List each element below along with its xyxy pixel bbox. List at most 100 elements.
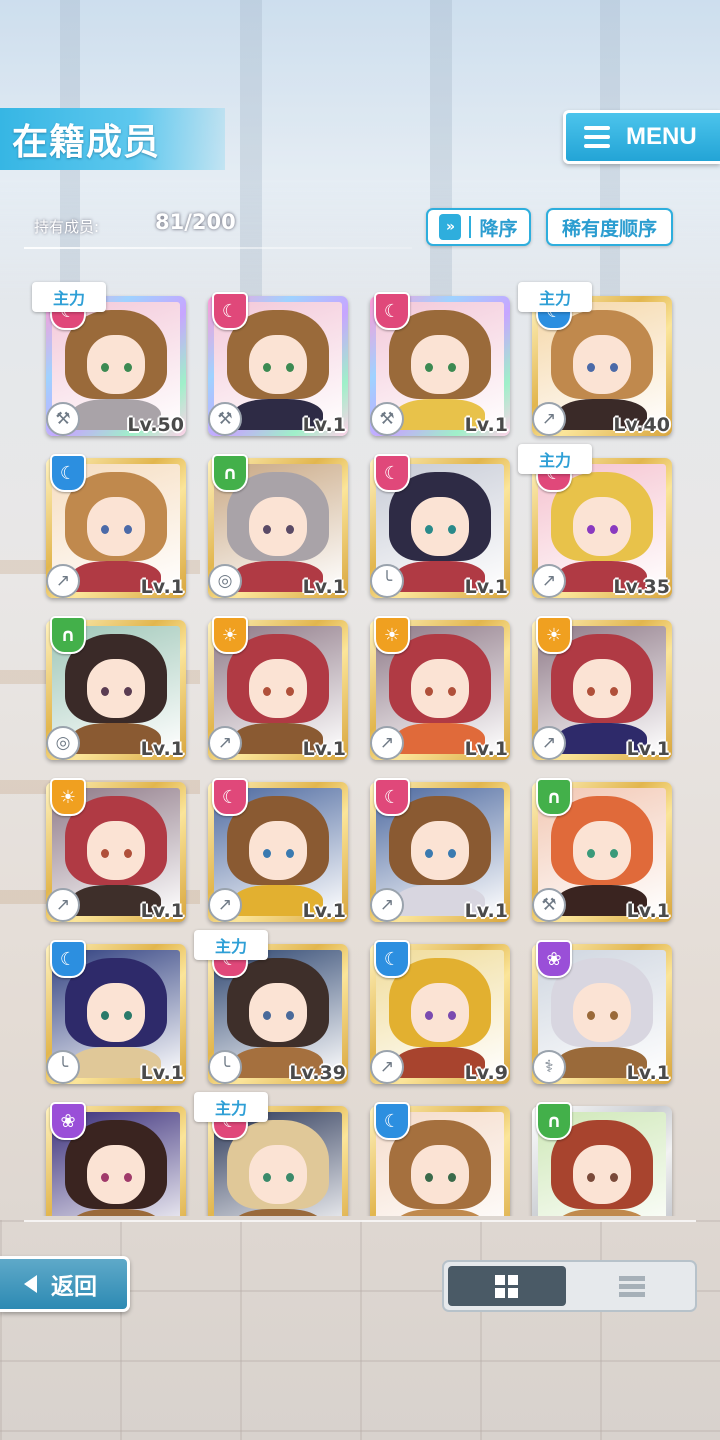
green-attribute-icon: ∩ (50, 616, 86, 654)
member-card[interactable]: ☾⚒Lv.50主力 (32, 282, 186, 436)
member-card[interactable]: ☾╰Lv.39主力 (194, 930, 348, 1084)
member-card[interactable]: ☾主力 (194, 1092, 348, 1216)
member-card[interactable]: ☾ ↗ Lv.1 (46, 454, 186, 598)
level-label: Lv.1 (302, 576, 346, 598)
level-label: Lv.1 (464, 576, 508, 598)
list-view-button[interactable] (574, 1266, 692, 1306)
blue-attribute-icon: ☾ (374, 1102, 410, 1140)
level-label: Lv.39 (289, 1062, 346, 1084)
pink-attribute-icon: ☾ (374, 454, 410, 492)
member-card[interactable]: ☾↗Lv.40主力 (518, 282, 672, 436)
green-attribute-icon: ∩ (536, 1102, 572, 1140)
spear-icon: ↗ (208, 726, 242, 760)
hammer-icon: ⚒ (46, 402, 80, 436)
back-label: 返回 (51, 1274, 97, 1300)
blue-attribute-icon: ☾ (50, 454, 86, 492)
separator (469, 216, 472, 238)
level-label: Lv.1 (464, 414, 508, 436)
list-view-icon (619, 1275, 646, 1297)
spear-icon: ↗ (370, 888, 404, 922)
member-card[interactable]: ☾ ╰ Lv.1 (46, 940, 186, 1084)
main-member-tag: 主力 (32, 282, 106, 312)
member-grid: ☾ ⚒ Lv.50 主力 ☾ ⚒ Lv.1 ☾ ⚒ Lv.1 ☾ ↗ Lv.40 主力 ☾ ↗ Lv.1 ∩ ◎ Lv… (24, 272, 696, 1216)
orange-attribute-icon: ☀ (536, 616, 572, 654)
spear-icon: ↗ (370, 1050, 404, 1084)
member-count-label: 持有成员: (34, 218, 100, 236)
member-card[interactable]: ☾ ↗ Lv.1 (208, 778, 348, 922)
double-chevron-down-icon: » (439, 214, 462, 240)
spear-icon: ↗ (532, 402, 566, 436)
sort-direction-button[interactable]: » 降序 (426, 208, 531, 246)
sort-direction-label: 降序 (479, 217, 518, 240)
member-card[interactable]: ∩ (532, 1102, 672, 1216)
hammer-icon: ⚒ (532, 888, 566, 922)
level-label: Lv.35 (613, 576, 670, 598)
pink-attribute-icon: ☾ (212, 778, 248, 816)
view-mode-toggle (442, 1260, 697, 1312)
main-member-tag: 主力 (194, 1092, 268, 1122)
menu-button[interactable]: MENU (563, 110, 720, 164)
spear-icon: ↗ (532, 564, 566, 598)
background-floor (0, 1220, 720, 1440)
purple-attribute-icon: ❀ (536, 940, 572, 978)
green-attribute-icon: ∩ (536, 778, 572, 816)
main-member-tag: 主力 (518, 282, 592, 312)
level-label: Lv.9 (464, 1062, 508, 1084)
member-card[interactable]: ☾ (370, 1102, 510, 1216)
level-label: Lv.1 (140, 1062, 184, 1084)
level-label: Lv.1 (302, 738, 346, 760)
level-label: Lv.1 (302, 414, 346, 436)
pink-attribute-icon: ☾ (374, 778, 410, 816)
member-card[interactable]: ☾ ↗ Lv.1 (370, 778, 510, 922)
member-card[interactable]: ☀ ↗ Lv.1 (46, 778, 186, 922)
sort-key-label: 稀有度顺序 (561, 217, 657, 240)
page-title: 在籍成员 (12, 122, 161, 163)
main-member-tag: 主力 (194, 930, 268, 960)
level-label: Lv.1 (464, 738, 508, 760)
member-card[interactable]: ❀ ⚕ Lv.1 (532, 940, 672, 1084)
member-card[interactable]: ☾ ↗ Lv.9 (370, 940, 510, 1084)
spear-icon: ↗ (532, 726, 566, 760)
spear-icon: ↗ (46, 888, 80, 922)
pink-attribute-icon: ☾ (374, 292, 410, 330)
shield-icon: ◎ (46, 726, 80, 760)
gun-icon: ╰ (46, 1050, 80, 1084)
member-card[interactable]: ∩ ◎ Lv.1 (208, 454, 348, 598)
member-card[interactable]: ☾↗Lv.35主力 (518, 444, 672, 598)
level-label: Lv.1 (464, 900, 508, 922)
member-card[interactable]: ∩ ◎ Lv.1 (46, 616, 186, 760)
member-card[interactable]: ☾ ⚒ Lv.1 (370, 292, 510, 436)
member-card[interactable]: ☾ ╰ Lv.1 (370, 454, 510, 598)
grid-view-button[interactable] (448, 1266, 566, 1306)
member-count-value: 81/200 (155, 210, 236, 234)
level-label: Lv.1 (140, 576, 184, 598)
level-label: Lv.40 (613, 414, 670, 436)
menu-label: MENU (626, 123, 697, 150)
member-card[interactable]: ☀ ↗ Lv.1 (208, 616, 348, 760)
sort-key-button[interactable]: 稀有度顺序 (546, 208, 673, 246)
level-label: Lv.1 (626, 738, 670, 760)
hamburger-icon (584, 126, 610, 148)
hammer-icon: ⚒ (208, 402, 242, 436)
member-card[interactable]: ❀ (46, 1102, 186, 1216)
purple-attribute-icon: ❀ (50, 1102, 86, 1140)
level-label: Lv.1 (626, 1062, 670, 1084)
green-attribute-icon: ∩ (212, 454, 248, 492)
page-title-ribbon: 在籍成员 (0, 108, 225, 170)
orange-attribute-icon: ☀ (212, 616, 248, 654)
blue-attribute-icon: ☾ (50, 940, 86, 978)
gun-icon: ╰ (208, 1050, 242, 1084)
staff-icon: ⚕ (532, 1050, 566, 1084)
level-label: Lv.1 (140, 900, 184, 922)
divider (24, 247, 412, 249)
orange-attribute-icon: ☀ (374, 616, 410, 654)
member-card[interactable]: ∩ ⚒ Lv.1 (532, 778, 672, 922)
member-card[interactable]: ☀ ↗ Lv.1 (532, 616, 672, 760)
back-button[interactable]: 返回 (0, 1256, 130, 1312)
hammer-icon: ⚒ (370, 402, 404, 436)
blue-attribute-icon: ☾ (374, 940, 410, 978)
shield-icon: ◎ (208, 564, 242, 598)
level-label: Lv.1 (302, 900, 346, 922)
member-card[interactable]: ☾ ⚒ Lv.1 (208, 292, 348, 436)
member-card[interactable]: ☀ ↗ Lv.1 (370, 616, 510, 760)
